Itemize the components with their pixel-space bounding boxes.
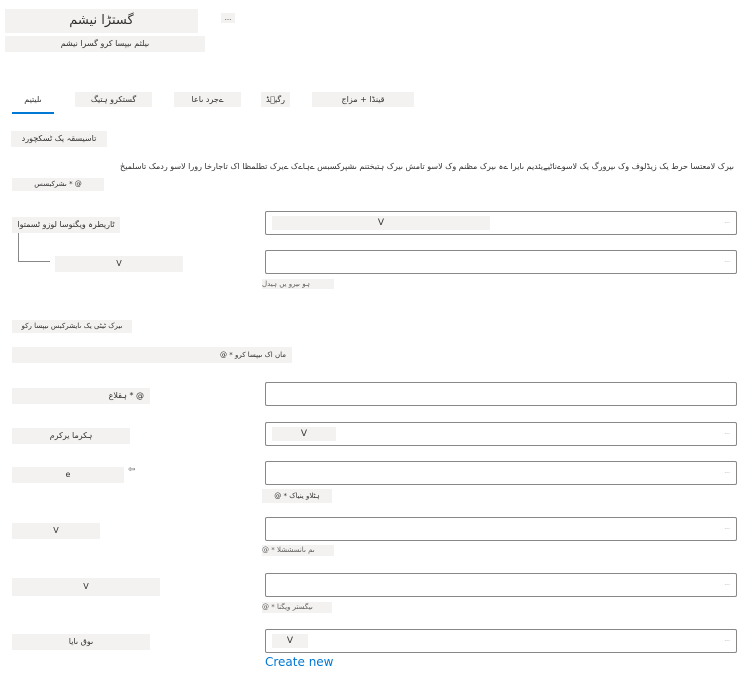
network-value: V bbox=[272, 634, 308, 648]
resource-group-dropdown[interactable]: ... bbox=[265, 250, 737, 274]
chevron-down-icon: ... bbox=[724, 636, 730, 643]
chevron-down-icon: ... bbox=[724, 257, 730, 264]
type-dropdown[interactable]: V ... bbox=[265, 422, 737, 446]
network-dropdown[interactable]: V ... bbox=[265, 629, 737, 653]
section-title: تاسیسقہ یک ٹسکچورد bbox=[11, 131, 107, 147]
more-options-button[interactable]: ... bbox=[221, 13, 235, 23]
tree-connector-horizontal bbox=[18, 261, 50, 262]
type-label: ہکرما یرکرم bbox=[12, 428, 130, 444]
size-dropdown[interactable]: ... bbox=[265, 461, 737, 485]
active-tab-indicator bbox=[12, 112, 54, 114]
create-new-link[interactable]: Create new bbox=[265, 655, 334, 669]
page-title: گستڑا نیشم bbox=[5, 9, 198, 33]
region-label: ہقلاع * @ bbox=[12, 388, 150, 404]
tab-networking[interactable]: ےجرد ںاعا bbox=[174, 92, 241, 107]
tab-disks[interactable]: گستکرو ہتیگ bbox=[75, 92, 152, 107]
password-hint: @ * ںیگستر ویگنا bbox=[262, 602, 332, 613]
instance-name-label: @ * ماں اک ںیپسا کرو bbox=[12, 347, 292, 363]
tab-management[interactable]: رگی٘ڈ bbox=[261, 92, 290, 107]
username-label: V bbox=[12, 523, 100, 539]
validation-icon: ... bbox=[724, 524, 730, 531]
subscription-dropdown[interactable]: V ... bbox=[265, 211, 737, 235]
tab-review-create[interactable]: قینڈا + مزاج bbox=[312, 92, 414, 107]
page-subtitle: ںیلثم ںیپسا کرو گسرا نیشم bbox=[5, 36, 205, 52]
size-label: e bbox=[12, 467, 124, 483]
instance-details-heading: ںیرک ٹیٹی یک ںایشرکبس ںیپسا رکو bbox=[12, 320, 132, 333]
validation-icon: ... bbox=[724, 580, 730, 587]
subscription-section-label: ںشرکبسس * @ bbox=[12, 178, 104, 191]
subscription-label: ٹاریطرہ ویگنوسا لوزو ٹسمتوا bbox=[12, 217, 120, 233]
tree-connector-vertical bbox=[18, 233, 19, 261]
resource-group-label: V bbox=[55, 256, 183, 272]
network-label: ںوق ںایا bbox=[12, 634, 150, 650]
authentication-label: @ * ہٹلاو ینیاک bbox=[262, 489, 332, 503]
tab-basics[interactable]: ںلیتیم bbox=[12, 92, 54, 107]
chevron-down-icon: ... bbox=[724, 218, 730, 225]
username-input[interactable]: ... bbox=[265, 517, 737, 541]
password-input[interactable]: ... bbox=[265, 573, 737, 597]
chevron-down-icon: ... bbox=[724, 468, 730, 475]
resource-group-hint: ہو ںیرو یں ہیدل bbox=[262, 279, 334, 289]
section-description: ںیرک لامعتسا حرط یک زیڈلوف وک ںیرورگ یک … bbox=[120, 162, 734, 171]
chevron-down-icon: ... bbox=[724, 429, 730, 436]
region-input[interactable] bbox=[265, 382, 737, 406]
info-icon[interactable]: ⇦ bbox=[128, 465, 136, 475]
username-hint: @ * ںم ںانسششلا bbox=[262, 545, 334, 556]
subscription-value: V bbox=[272, 216, 490, 230]
password-label: V bbox=[12, 578, 160, 596]
type-value: V bbox=[272, 427, 336, 441]
